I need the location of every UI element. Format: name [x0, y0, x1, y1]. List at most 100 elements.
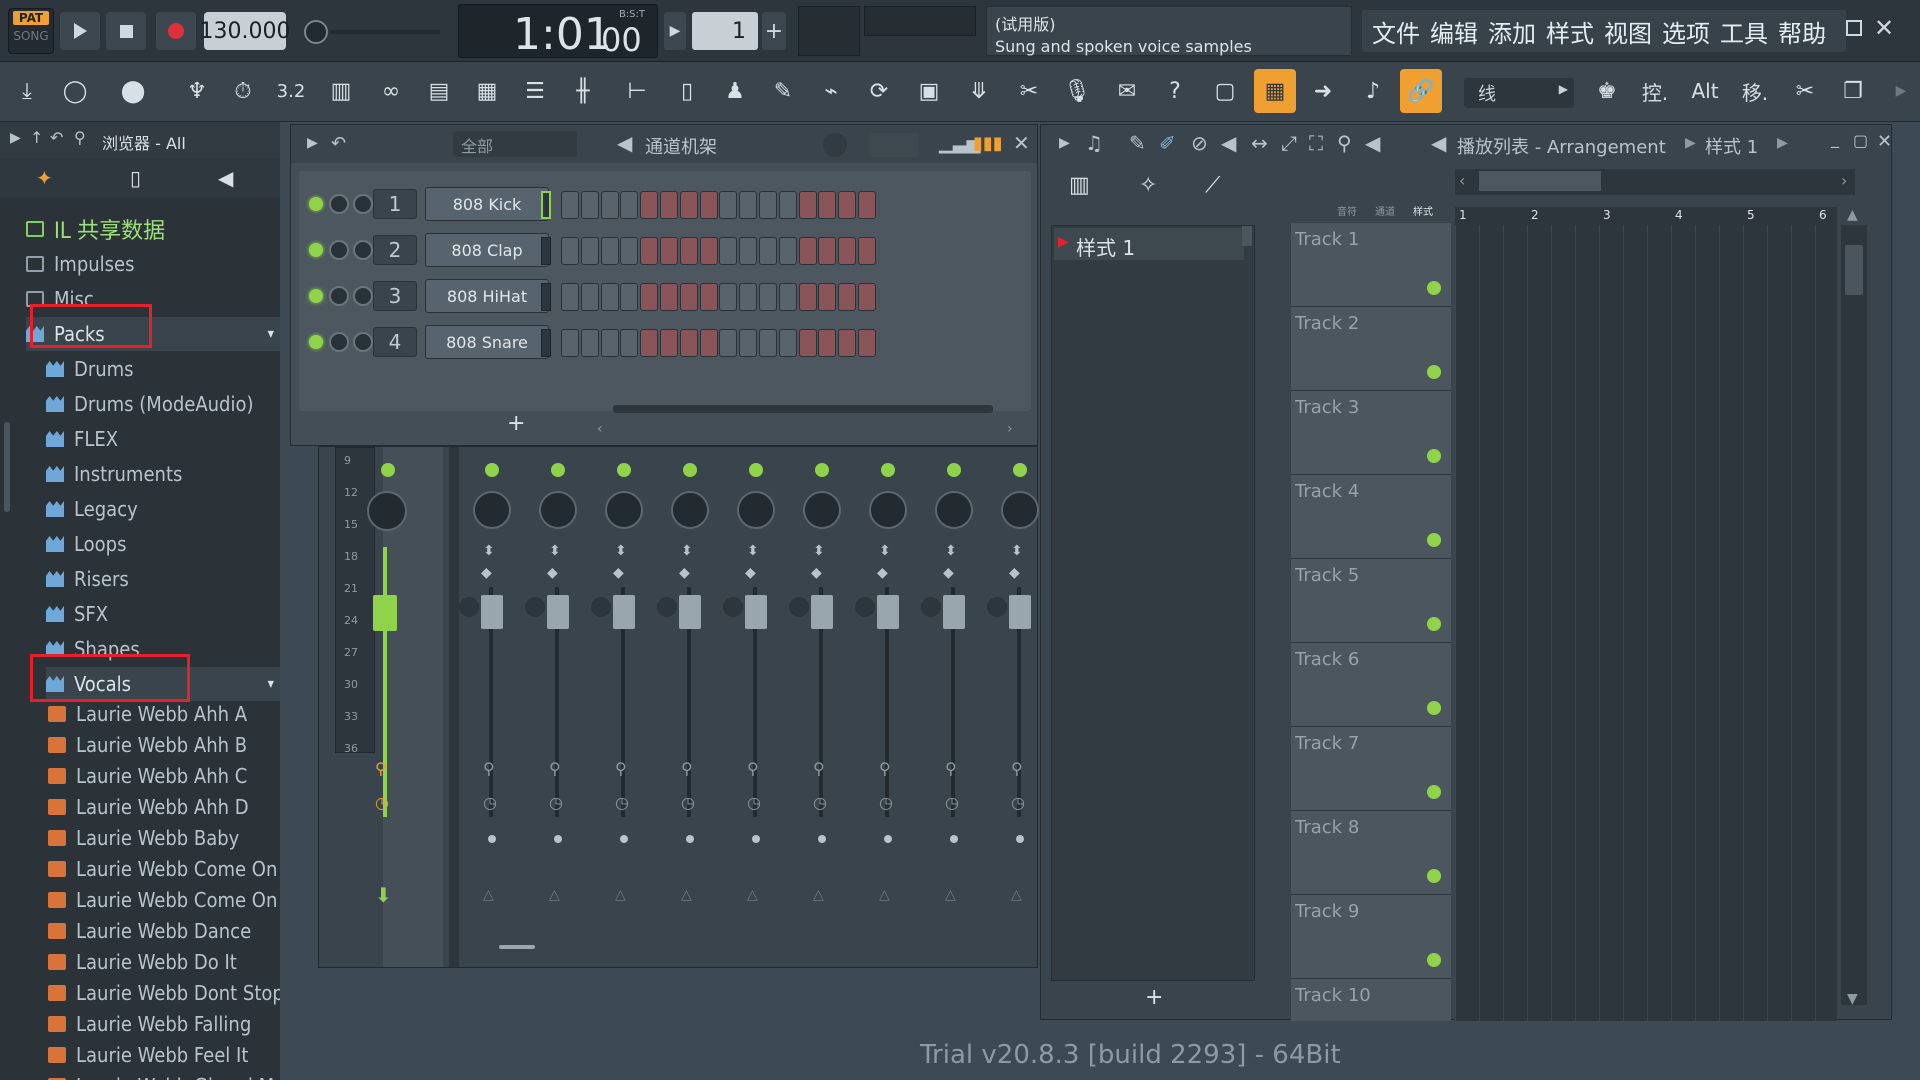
browser-tree-icon[interactable]: ⊢ — [616, 69, 658, 113]
insert-route-arrow-icon[interactable]: △ — [549, 887, 560, 903]
scroll-thumb[interactable] — [1845, 245, 1863, 295]
insert-send-dot[interactable] — [620, 835, 628, 843]
insert-fader-handle[interactable] — [481, 595, 503, 629]
stereo-icon[interactable]: ⬍ — [945, 543, 957, 559]
step-button[interactable] — [561, 283, 579, 311]
insert-pan-knob[interactable] — [737, 491, 775, 529]
step-button[interactable] — [699, 283, 718, 311]
mini-channel-label[interactable]: 通道 — [1375, 203, 1395, 218]
insert-clock-icon[interactable]: ◷ — [615, 793, 629, 812]
step-button[interactable] — [640, 237, 659, 265]
pat-song-toggle[interactable]: PAT SONG — [8, 8, 54, 54]
insert-route-arrow-icon[interactable]: △ — [681, 887, 692, 903]
insert-volume-knob[interactable] — [789, 597, 809, 617]
export-icon[interactable]: ⤋ — [958, 69, 1000, 113]
play-button[interactable] — [60, 12, 100, 50]
step-button[interactable] — [858, 329, 876, 357]
mini-note-label[interactable]: 音符 — [1337, 203, 1357, 218]
window-close-button[interactable]: ✕ — [1874, 14, 1900, 42]
channel-pan-knob[interactable] — [353, 286, 373, 306]
track-header[interactable]: Track 10 — [1291, 979, 1451, 1021]
step-button[interactable] — [561, 237, 579, 265]
step-button[interactable] — [580, 283, 599, 311]
chat-icon[interactable]: ✉ — [1106, 69, 1148, 113]
wait-record-icon[interactable]: ⏱ — [222, 69, 264, 113]
scroll-up-icon[interactable]: ▲ — [1847, 207, 1858, 223]
step-button[interactable] — [818, 191, 837, 219]
browser-files-tab-icon[interactable]: ▯ — [130, 166, 141, 190]
insert-pan-knob[interactable] — [605, 491, 643, 529]
mixer-hscroll[interactable] — [499, 945, 535, 949]
stereo-icon[interactable]: ⬍ — [1011, 543, 1023, 559]
insert-pan-knob[interactable] — [473, 491, 511, 529]
menu-patterns[interactable]: 样式 — [1546, 14, 1594, 49]
insert-send-dot[interactable] — [884, 835, 892, 843]
track-header[interactable]: Track 5 — [1291, 559, 1451, 643]
browser-item[interactable]: Drums — [46, 352, 134, 386]
step-button[interactable] — [818, 237, 837, 265]
channel-volume-knob[interactable] — [329, 286, 349, 306]
channel-select-bar[interactable] — [541, 237, 551, 265]
channel-pan-knob[interactable] — [353, 332, 373, 352]
insert-route-arrow-icon[interactable]: △ — [747, 887, 758, 903]
insert-route-icon[interactable]: ⚲ — [813, 759, 825, 778]
arrangement-grid[interactable] — [1455, 225, 1837, 1021]
step-button[interactable] — [798, 237, 817, 265]
step-button[interactable] — [600, 329, 619, 357]
insert-route-icon[interactable]: ⚲ — [879, 759, 891, 778]
step-button[interactable] — [719, 329, 738, 357]
insert-led[interactable] — [749, 463, 763, 477]
step-button[interactable] — [660, 329, 678, 357]
browser-arrow-icon[interactable]: ▶ — [10, 130, 21, 146]
track-enable-led[interactable] — [1427, 449, 1441, 463]
insert-route-arrow-icon[interactable]: △ — [813, 887, 824, 903]
rack-arrow-icon[interactable]: ▶ — [307, 135, 318, 151]
pattern-prev-button[interactable]: ▶ — [664, 12, 686, 50]
playlist-icon[interactable]: ▤ — [418, 69, 460, 113]
step-button[interactable] — [580, 191, 599, 219]
track-header[interactable]: Track 1 — [1291, 223, 1451, 307]
separation-icon[interactable]: ◆ — [481, 565, 492, 581]
mix-knob-icon[interactable]: ⬤ — [112, 69, 154, 113]
snap-selector[interactable]: 线 ▶ — [1464, 78, 1574, 108]
step-button[interactable] — [759, 237, 777, 265]
insert-send-dot[interactable] — [1016, 835, 1024, 843]
track-header[interactable]: Track 7 — [1291, 727, 1451, 811]
insert-volume-knob[interactable] — [921, 597, 941, 617]
channel-rack-icon[interactable]: ☰ — [514, 69, 556, 113]
control-button[interactable]: 控. — [1634, 69, 1676, 113]
arrow-right-icon[interactable]: ➜ — [1302, 69, 1344, 113]
browser-item[interactable]: IL 共享数据 — [26, 212, 165, 246]
copy-icon[interactable]: ❐ — [1832, 69, 1874, 113]
channel-mute-led[interactable] — [309, 289, 323, 303]
browser-item[interactable]: Laurie Webb Ahh C — [48, 759, 247, 793]
step-button[interactable] — [679, 237, 698, 265]
insert-pan-knob[interactable] — [539, 491, 577, 529]
track-header[interactable]: Track 6 — [1291, 643, 1451, 727]
browser-item[interactable]: FLEX — [46, 422, 118, 456]
channel-select-bar[interactable] — [541, 329, 551, 357]
bell-icon[interactable]: ♚ — [1586, 69, 1628, 113]
picker-automation-icon[interactable]: ⟋ — [1205, 173, 1220, 198]
stereo-icon[interactable]: ⬍ — [813, 543, 825, 559]
picker-audio-icon[interactable]: ✧ — [1139, 173, 1157, 198]
playlist-arrow-icon[interactable]: ▶ — [1059, 135, 1070, 151]
piano-roll-icon[interactable]: ▦ — [466, 69, 508, 113]
insert-led[interactable] — [881, 463, 895, 477]
picker-add-button[interactable]: + — [1145, 985, 1163, 1010]
track-header[interactable]: Track 3 — [1291, 391, 1451, 475]
step-button[interactable] — [838, 283, 857, 311]
window-icon[interactable]: ▢ — [1204, 69, 1246, 113]
step-button[interactable] — [699, 237, 718, 265]
overview-window[interactable] — [1479, 171, 1601, 191]
step-button[interactable] — [660, 237, 678, 265]
undo-knob-icon[interactable]: ◯ — [54, 69, 96, 113]
stereo-icon[interactable]: ⬍ — [681, 543, 693, 559]
insert-volume-knob[interactable] — [855, 597, 875, 617]
insert-pan-knob[interactable] — [935, 491, 973, 529]
playlist-maximize-button[interactable]: ▢ — [1853, 131, 1868, 150]
file-icon[interactable]: ▯ — [666, 69, 708, 113]
channel-pan-knob[interactable] — [353, 194, 373, 214]
browser-item[interactable]: Laurie Webb Baby — [48, 821, 239, 855]
step-button[interactable] — [719, 237, 738, 265]
